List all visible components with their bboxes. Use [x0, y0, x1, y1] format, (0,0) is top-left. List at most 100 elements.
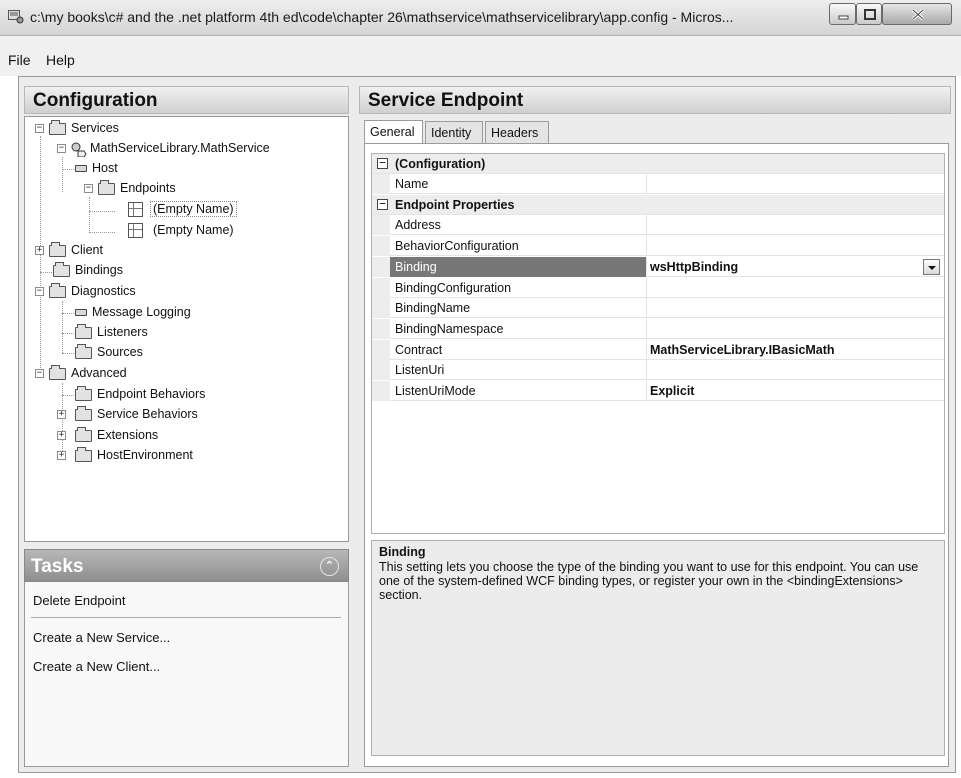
tab-headers[interactable]: Headers: [485, 121, 549, 143]
property-description: Binding This setting lets you choose the…: [371, 540, 945, 756]
minimize-icon: [838, 15, 849, 20]
expand-icon[interactable]: +: [57, 431, 66, 440]
tree-item-host-environment[interactable]: + HostEnvironment: [25, 447, 345, 465]
property-value[interactable]: Explicit: [650, 384, 694, 398]
expand-icon[interactable]: +: [57, 451, 66, 460]
property-row-binding-name[interactable]: BindingName: [372, 298, 944, 318]
tree-item-host[interactable]: Host: [25, 160, 345, 178]
description-title: Binding: [379, 545, 426, 559]
chevron-up-icon[interactable]: ⌃: [320, 557, 339, 576]
tab-identity[interactable]: Identity: [425, 121, 483, 143]
tree-item-bindings[interactable]: Bindings: [25, 262, 345, 280]
expand-icon[interactable]: +: [57, 410, 66, 419]
minimize-button[interactable]: [829, 3, 856, 25]
tree-label: Listeners: [97, 325, 148, 339]
menu-bar: File Help: [0, 36, 961, 76]
maximize-button[interactable]: [856, 3, 882, 25]
property-row-binding-configuration[interactable]: BindingConfiguration: [372, 278, 944, 298]
menu-file[interactable]: File: [8, 52, 31, 68]
category-endpoint-properties[interactable]: − Endpoint Properties: [372, 195, 944, 215]
tab-label: Identity: [431, 126, 472, 140]
tree-label: Diagnostics: [71, 284, 136, 298]
service-endpoint-header: Service Endpoint: [359, 86, 951, 114]
tree-item-diagnostics[interactable]: − Diagnostics: [25, 283, 345, 301]
collapse-icon[interactable]: −: [35, 287, 44, 296]
folder-icon: [49, 120, 66, 135]
tree-item-service-behaviors[interactable]: + Service Behaviors: [25, 406, 345, 424]
host-icon: [75, 165, 87, 172]
tree-label: Endpoints: [120, 181, 176, 195]
folder-icon: [75, 406, 92, 421]
tree-label: Host: [92, 161, 118, 175]
tasks-panel: Delete Endpoint Create a New Service... …: [24, 582, 349, 767]
tree-label: HostEnvironment: [97, 448, 193, 462]
configuration-tree[interactable]: − Services − MathServiceLibrary.MathServ…: [24, 116, 349, 542]
collapse-icon[interactable]: −: [377, 198, 388, 210]
property-label: BindingConfiguration: [395, 281, 512, 295]
menu-help[interactable]: Help: [46, 52, 75, 68]
tree-item-endpoint-2[interactable]: (Empty Name): [25, 222, 345, 240]
property-row-listen-uri[interactable]: ListenUri: [372, 360, 944, 380]
property-row-behavior-configuration[interactable]: BehaviorConfiguration: [372, 236, 944, 256]
tree-item-sources[interactable]: Sources: [25, 344, 345, 362]
tree-label: Sources: [97, 345, 143, 359]
tree-item-endpoint-1[interactable]: (Empty Name): [25, 201, 345, 219]
property-label: BehaviorConfiguration: [395, 239, 519, 253]
tree-label: MathServiceLibrary.MathService: [90, 141, 270, 155]
tree-item-client[interactable]: + Client: [25, 242, 345, 260]
tab-general[interactable]: General: [364, 120, 423, 144]
binding-value[interactable]: wsHttpBinding: [650, 260, 738, 274]
property-row-binding[interactable]: Binding wsHttpBinding: [372, 257, 944, 277]
collapse-icon[interactable]: −: [84, 184, 93, 193]
property-label: Address: [395, 218, 441, 232]
chevron-down-icon[interactable]: [923, 259, 940, 275]
tasks-divider: [31, 617, 341, 618]
folder-icon: [75, 386, 92, 401]
tree-item-message-logging[interactable]: Message Logging: [25, 304, 345, 322]
property-value[interactable]: MathServiceLibrary.IBasicMath: [650, 343, 835, 357]
expand-icon[interactable]: +: [35, 246, 44, 255]
tree-label: Endpoint Behaviors: [97, 387, 206, 401]
tree-item-endpoints[interactable]: − Endpoints: [25, 180, 345, 198]
tasks-title: Tasks: [31, 556, 84, 577]
folder-icon: [75, 447, 92, 462]
tree-item-services[interactable]: − Services: [25, 120, 345, 138]
tree-label: Client: [71, 243, 103, 257]
tree-item-extensions[interactable]: + Extensions: [25, 427, 345, 445]
folder-icon: [49, 283, 66, 298]
category-label: (Configuration): [395, 157, 486, 171]
property-row-contract[interactable]: Contract MathServiceLibrary.IBasicMath: [372, 340, 944, 360]
maximize-icon: [864, 9, 876, 20]
create-client-link[interactable]: Create a New Client...: [33, 659, 160, 674]
property-row-name[interactable]: Name: [372, 174, 944, 194]
collapse-icon[interactable]: −: [35, 369, 44, 378]
property-row-binding-namespace[interactable]: BindingNamespace: [372, 319, 944, 339]
tree-label: Advanced: [71, 366, 127, 380]
folder-icon: [98, 180, 115, 195]
folder-icon: [49, 365, 66, 380]
property-grid[interactable]: − (Configuration) Name − Endpoint Proper…: [371, 153, 945, 534]
collapse-icon[interactable]: −: [377, 157, 388, 169]
delete-endpoint-link[interactable]: Delete Endpoint: [33, 593, 126, 608]
endpoint-icon: [128, 202, 143, 217]
collapse-icon[interactable]: −: [35, 124, 44, 133]
tree-label: (Empty Name): [150, 201, 237, 217]
property-label: ListenUriMode: [395, 384, 476, 398]
folder-icon: [75, 344, 92, 359]
tree-item-listeners[interactable]: Listeners: [25, 324, 345, 342]
property-row-listen-uri-mode[interactable]: ListenUriMode Explicit: [372, 381, 944, 401]
window-title: c:\my books\c# and the .net platform 4th…: [30, 9, 734, 25]
configuration-header: Configuration: [24, 86, 349, 114]
category-configuration[interactable]: − (Configuration): [372, 154, 944, 174]
title-bar: c:\my books\c# and the .net platform 4th…: [0, 0, 961, 36]
tree-item-math-service[interactable]: − MathServiceLibrary.MathService: [25, 140, 345, 158]
tree-item-advanced[interactable]: − Advanced: [25, 365, 345, 383]
create-service-link[interactable]: Create a New Service...: [33, 630, 170, 645]
tasks-header: Tasks ⌃: [24, 549, 349, 582]
tree-item-endpoint-behaviors[interactable]: Endpoint Behaviors: [25, 386, 345, 404]
collapse-icon[interactable]: −: [57, 144, 66, 153]
folder-icon: [53, 262, 70, 277]
close-button[interactable]: [882, 3, 952, 25]
property-row-address[interactable]: Address: [372, 215, 944, 235]
logging-icon: [75, 309, 87, 316]
